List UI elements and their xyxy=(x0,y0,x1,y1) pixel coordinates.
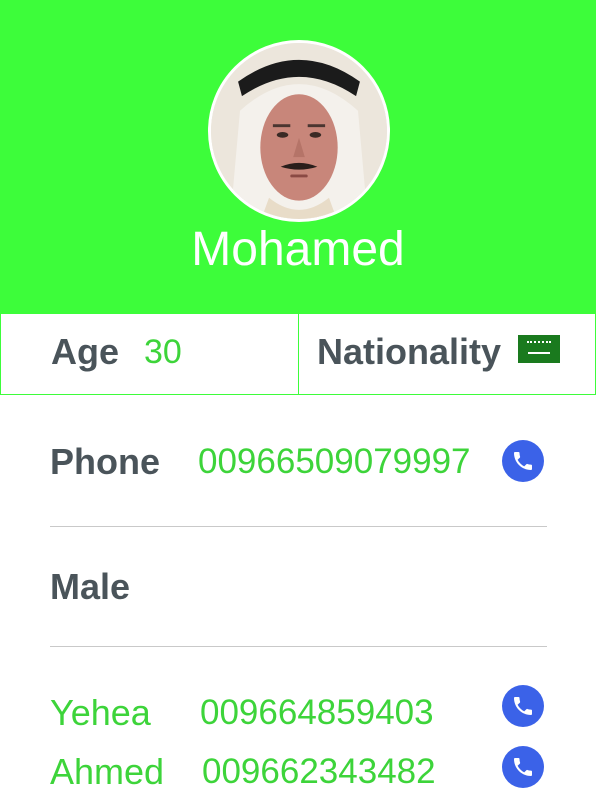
phone-label: Phone xyxy=(50,441,161,482)
call-button-contact[interactable] xyxy=(502,746,544,788)
phone-icon xyxy=(514,452,532,470)
phone-value: 00966509079997 xyxy=(198,442,471,481)
call-button-contact[interactable] xyxy=(502,685,544,727)
contact-phone: 009662343482 xyxy=(202,752,436,791)
separator xyxy=(50,526,547,527)
age-value: 30 xyxy=(144,333,182,371)
phone-icon xyxy=(514,697,532,715)
age-label: Age xyxy=(51,331,120,372)
flag-script xyxy=(527,341,551,347)
profile-header: Mohamed xyxy=(0,0,596,313)
saudi-arabia-flag-icon xyxy=(518,335,560,363)
profile-name: Mohamed xyxy=(191,223,405,276)
nationality-label: Nationality xyxy=(317,331,502,372)
gender-label: Male xyxy=(50,566,131,607)
avatar[interactable] xyxy=(208,40,390,222)
separator xyxy=(50,646,547,647)
phone-icon xyxy=(514,758,532,776)
call-button-phone[interactable] xyxy=(502,440,544,482)
contact-name: Yehea xyxy=(50,692,151,733)
info-divider xyxy=(298,314,299,394)
info-row: Age 30 Nationality xyxy=(0,313,596,395)
contact-name: Ahmed xyxy=(50,751,165,792)
profile-photo xyxy=(211,43,387,219)
flag-sword xyxy=(528,352,550,354)
contact-phone: 009664859403 xyxy=(200,693,434,732)
